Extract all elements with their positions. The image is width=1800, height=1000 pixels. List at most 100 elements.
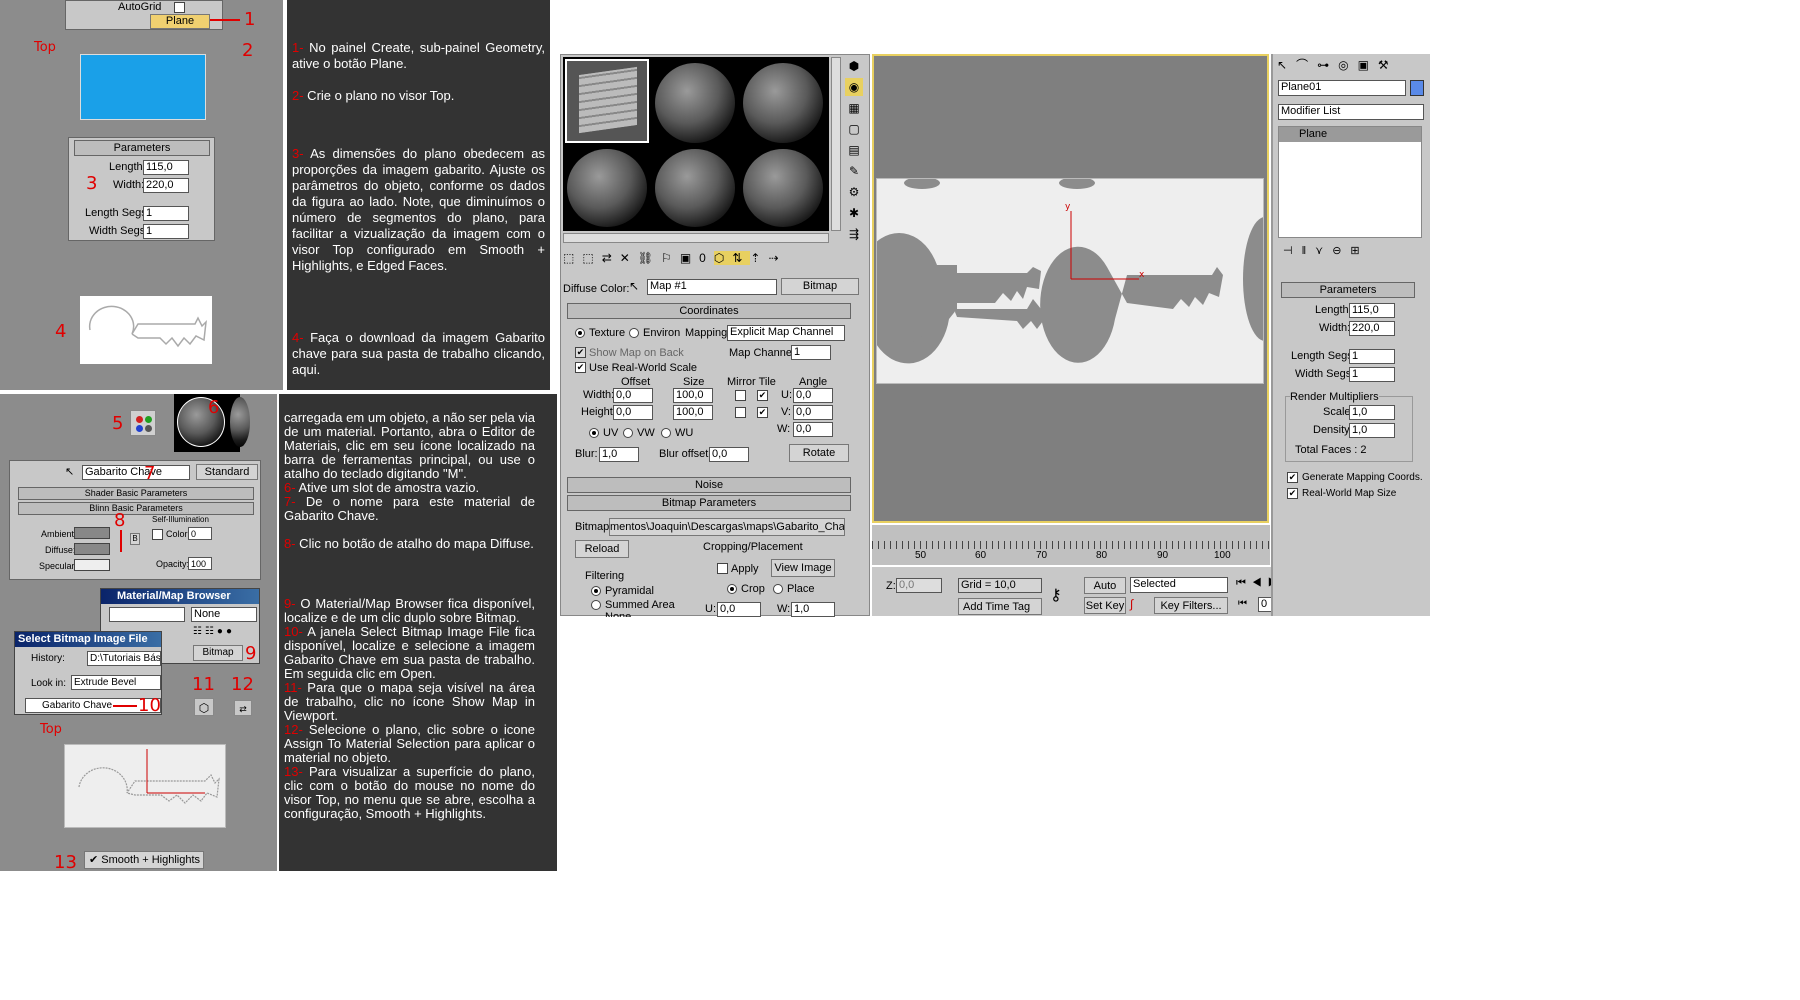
tile-v-checkbox[interactable]: ✔ bbox=[757, 407, 768, 418]
mapping-dropdown[interactable]: Explicit Map Channel bbox=[727, 325, 845, 341]
environ-radio[interactable] bbox=[629, 328, 639, 338]
lookin-field[interactable]: Extrude Bevel bbox=[71, 675, 161, 690]
specular-swatch[interactable] bbox=[74, 559, 110, 571]
show-end-result-icon[interactable]: ⇅ bbox=[732, 251, 751, 265]
hierarchy-tab-icon[interactable]: ⊶ bbox=[1317, 58, 1338, 72]
motion-tab-icon[interactable]: ◎ bbox=[1338, 58, 1357, 72]
angle-v-field[interactable]: 0,0 bbox=[793, 405, 833, 420]
map-channel-field[interactable]: 1 bbox=[791, 345, 831, 360]
real-world-map-checkbox[interactable]: ✔ bbox=[1287, 488, 1298, 499]
slots-horizontal-scrollbar[interactable] bbox=[563, 233, 829, 243]
pick-material-icon[interactable]: ↖ bbox=[65, 465, 74, 478]
self-illum-value[interactable]: 0 bbox=[188, 527, 212, 540]
viewport-top[interactable]: y x bbox=[872, 54, 1269, 523]
summed-area-radio[interactable] bbox=[591, 600, 601, 610]
browser-search-field[interactable] bbox=[109, 607, 185, 622]
cmd-length-segs-field[interactable]: 1 bbox=[1349, 349, 1395, 364]
plane-button[interactable]: Plane bbox=[150, 14, 210, 29]
sample-slot-2[interactable] bbox=[655, 63, 735, 143]
show-map-back-checkbox[interactable]: ✔ bbox=[575, 347, 586, 358]
uv-tiling-icon[interactable]: ▢ bbox=[845, 120, 863, 138]
material-navigator-icon[interactable]: ⇶ bbox=[845, 225, 863, 243]
sample-slot-4[interactable] bbox=[567, 149, 647, 227]
plane-with-key-texture[interactable]: y x bbox=[876, 178, 1264, 384]
left-width-segs-field[interactable]: 1 bbox=[143, 224, 189, 239]
autogrid-checkbox[interactable] bbox=[174, 2, 185, 13]
key-filters-button[interactable]: Key Filters... bbox=[1154, 597, 1228, 614]
crop-w-field[interactable]: 1,0 bbox=[791, 602, 835, 617]
tangent-icon[interactable]: ∫ bbox=[1130, 597, 1133, 611]
left-width-field[interactable]: 220,0 bbox=[143, 178, 189, 193]
standard-button[interactable]: Standard bbox=[196, 464, 258, 480]
offset-height-field[interactable]: 0,0 bbox=[613, 405, 653, 420]
sample-slot-1[interactable] bbox=[565, 59, 649, 143]
cmd-length-field[interactable]: 115,0 bbox=[1349, 303, 1395, 318]
offset-width-field[interactable]: 0,0 bbox=[613, 388, 653, 403]
auto-key-button[interactable]: Auto Key bbox=[1084, 577, 1126, 608]
texture-radio[interactable] bbox=[575, 328, 585, 338]
create-tab-icon[interactable]: ↖ bbox=[1277, 58, 1296, 72]
place-radio[interactable] bbox=[773, 584, 783, 594]
map-type-button[interactable]: Bitmap bbox=[781, 278, 859, 295]
pyramidal-radio[interactable] bbox=[591, 586, 601, 596]
density-field[interactable]: 1,0 bbox=[1349, 423, 1395, 438]
angle-w-field[interactable]: 0,0 bbox=[793, 422, 833, 437]
cmd-width-segs-field[interactable]: 1 bbox=[1349, 367, 1395, 382]
diffuse-map-shortcut-button[interactable]: B bbox=[130, 533, 140, 545]
make-unique-stack-icon[interactable]: ⋎ bbox=[1315, 245, 1332, 257]
real-world-checkbox[interactable]: ✔ bbox=[575, 362, 586, 373]
get-material-icon[interactable]: ⬚ bbox=[563, 251, 582, 265]
blinn-basic-rollout[interactable]: Blinn Basic Parameters bbox=[18, 502, 254, 515]
configure-sets-icon[interactable]: ⊞ bbox=[1350, 245, 1368, 257]
assign-material-toolbar-icon[interactable]: ⇄ bbox=[602, 251, 620, 265]
view-image-button[interactable]: View Image bbox=[771, 559, 835, 577]
browser-none-field[interactable]: None bbox=[191, 607, 257, 622]
scale-field[interactable]: 1,0 bbox=[1349, 405, 1395, 420]
blur-offset-field[interactable]: 0,0 bbox=[709, 447, 749, 462]
key-mode-icon[interactable]: ⚷ bbox=[1050, 585, 1062, 605]
show-map-in-viewport-icon[interactable]: ⬡ bbox=[194, 698, 214, 716]
opacity-field[interactable]: 100 bbox=[188, 557, 212, 570]
sample-slot-5[interactable] bbox=[655, 149, 735, 227]
go-to-parent-icon[interactable]: ⇡ bbox=[750, 251, 768, 265]
cmd-params-rollout[interactable]: Parameters bbox=[1281, 282, 1415, 298]
diffuse-swatch[interactable] bbox=[74, 543, 110, 555]
smooth-highlights-menu-item[interactable]: ✔ Smooth + Highlights bbox=[84, 851, 204, 869]
uv-radio[interactable] bbox=[589, 428, 599, 438]
size-height-field[interactable]: 100,0 bbox=[673, 405, 713, 420]
z-field[interactable]: 0,0 bbox=[896, 578, 942, 593]
background-icon[interactable]: ▦ bbox=[845, 99, 863, 117]
sample-slot-sphere-partial[interactable] bbox=[230, 397, 250, 447]
noise-rollout[interactable]: Noise bbox=[567, 477, 851, 493]
sample-slot-3[interactable] bbox=[743, 63, 823, 143]
sample-slot-6[interactable] bbox=[743, 149, 823, 227]
time-ruler[interactable]: 50 60 70 80 90 100 bbox=[872, 525, 1270, 565]
rotate-button[interactable]: Rotate bbox=[789, 444, 849, 462]
show-map-viewport-toolbar-icon[interactable]: ⬡ bbox=[713, 251, 733, 265]
material-editor-icon[interactable] bbox=[130, 410, 156, 436]
add-time-tag-button[interactable]: Add Time Tag bbox=[958, 598, 1042, 615]
bitmap-path-button[interactable]: mentos\Joaquin\Descargas\maps\Gabarito_C… bbox=[609, 518, 845, 536]
slots-vertical-scrollbar[interactable] bbox=[831, 57, 841, 231]
left-params-title[interactable]: Parameters bbox=[74, 140, 210, 156]
put-to-library-icon[interactable]: ▣ bbox=[680, 251, 699, 265]
crop-u-field[interactable]: 0,0 bbox=[717, 602, 761, 617]
utilities-tab-icon[interactable]: ⚒ bbox=[1378, 58, 1398, 72]
pin-stack-icon[interactable]: ⊣ bbox=[1283, 245, 1302, 257]
copy-material-icon[interactable]: ⛓ bbox=[638, 251, 661, 265]
select-by-material-icon[interactable]: ✱ bbox=[845, 204, 863, 222]
stack-item-plane[interactable]: Plane bbox=[1279, 127, 1421, 142]
material-name-field[interactable]: Gabarito Chave bbox=[82, 465, 190, 480]
map-name-field[interactable]: Map #1 bbox=[647, 279, 777, 295]
show-end-result-stack-icon[interactable]: ‖ bbox=[1302, 245, 1316, 257]
display-tab-icon[interactable]: ▣ bbox=[1358, 58, 1378, 72]
sample-type-icon[interactable]: ⬢ bbox=[845, 57, 863, 75]
self-illum-color-checkbox[interactable] bbox=[152, 529, 163, 540]
previous-frame-icon[interactable]: ◀ bbox=[1252, 577, 1268, 589]
browser-view-icons[interactable]: ☷☷●● bbox=[193, 626, 257, 640]
assign-material-icon[interactable]: ⇄ bbox=[234, 700, 252, 716]
wu-radio[interactable] bbox=[661, 428, 671, 438]
reload-button[interactable]: Reload bbox=[575, 540, 629, 558]
put-material-icon[interactable]: ⬚ bbox=[582, 251, 601, 265]
history-field[interactable]: D:\Tutoriais Básic bbox=[87, 651, 161, 666]
